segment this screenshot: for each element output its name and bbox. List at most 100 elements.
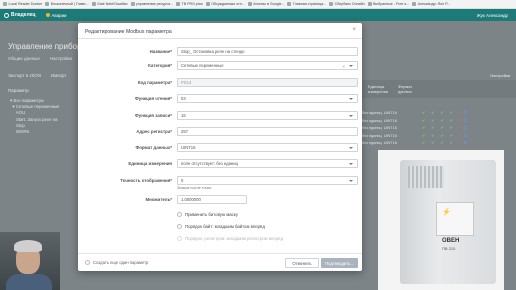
unit-text: без единиц — [362, 111, 382, 115]
row-code: Код параметра* PS13 — [78, 78, 362, 88]
bookmark-label: Gate Nekt/Ошибки — [97, 2, 128, 6]
bookmark-icon — [247, 2, 252, 6]
format-text: UINT16 — [383, 141, 397, 146]
check-icon: ✔ — [422, 118, 426, 123]
edit-icon[interactable]: ✎ — [459, 125, 462, 133]
row-name: Название* Stop_ Остановка реле на стенде — [78, 47, 362, 57]
settings-link[interactable]: Настройки — [490, 73, 510, 78]
bookmark-icon — [287, 2, 292, 6]
webcam-overlay — [0, 232, 60, 290]
format-text: UINT16 — [383, 118, 397, 123]
tree-item[interactable]: Start. Запуск реле на — [10, 117, 59, 123]
logo-text: Владелец — [11, 12, 36, 18]
alarms-link[interactable]: Аварии — [45, 12, 67, 18]
bookmark-icon — [91, 2, 96, 6]
copy-icon[interactable]: ⧉ — [464, 125, 467, 133]
unit-text: без единиц — [362, 118, 382, 123]
bookmark-item[interactable]: Обсуждаемые отп... — [205, 2, 245, 6]
presenter-hair — [14, 240, 42, 252]
clear-icon[interactable]: × — [342, 64, 345, 69]
app-header: Владелец Аварии Жук Александр — [0, 9, 516, 21]
check-icon: ✔ — [449, 111, 453, 115]
unit-select[interactable]: поле отсутствует: без единиц — [177, 159, 358, 168]
param-tree: ▾ Все параметры ▾ Сетевые переменные AOU… — [10, 98, 59, 135]
param-column-header: Параметр — [8, 88, 29, 93]
presenter-body — [6, 274, 52, 290]
bookmark-item[interactable]: Анонсы в Google... — [247, 2, 285, 6]
bookmark-item[interactable]: Gate Nekt/Ошибки — [91, 2, 128, 6]
app-logo[interactable]: Владелец — [4, 12, 36, 18]
byte-order-label: Порядок байт: младшим байтом вперёд — [185, 224, 265, 229]
close-icon[interactable]: × — [352, 27, 356, 33]
copy-icon[interactable]: ⧉ — [464, 140, 467, 148]
create-more-toggle[interactable] — [85, 260, 90, 265]
check-icon: ✔ — [449, 118, 453, 123]
copy-icon[interactable]: ⧉ — [464, 118, 467, 126]
bookmark-icon — [205, 2, 210, 6]
bookmark-item[interactable]: Выбранные - Free s... — [367, 2, 409, 6]
format-text: UINT16 — [383, 111, 397, 115]
bookmark-label: Анонсы в Google... — [253, 2, 285, 6]
bookmark-item[interactable]: Сбербанк Онлайн — [329, 2, 365, 6]
export-json-button[interactable]: Экспорт в JSON — [8, 73, 41, 78]
bookmark-item[interactable]: Александр: Ruh P... — [412, 2, 450, 6]
logo-icon — [4, 12, 9, 18]
bookmark-item[interactable]: управление ресурса... — [130, 2, 173, 6]
submit-button[interactable]: Подтвердить... — [321, 258, 358, 268]
bookmark-item[interactable]: Бесконечный | Главн... — [45, 2, 89, 6]
copy-icon[interactable]: ⧉ — [464, 110, 467, 118]
format-select[interactable]: UINT16 — [177, 143, 358, 152]
device-photo: ⚡ ОВЕН ПВ 210 — [378, 150, 504, 290]
byte-order-option[interactable]: Порядок байт: младшим байтом вперёд — [177, 224, 265, 229]
category-select[interactable]: Сетевые переменные × — [177, 61, 358, 70]
create-more-option[interactable]: Создать еще один параметр — [85, 260, 148, 265]
check-icon: ✔ — [422, 141, 426, 146]
bookmark-item[interactable]: Local Reader Docker — [3, 2, 42, 6]
read-fn-select[interactable]: 03 — [177, 94, 358, 103]
row-read-fn: Функция чтения* 03 — [78, 94, 362, 104]
col-format: Формат данных — [398, 84, 413, 94]
user-name[interactable]: Жук Александр — [477, 13, 508, 18]
bitmask-label: Применить битовую маску — [185, 212, 238, 217]
write-fn-select[interactable]: 16 — [177, 111, 358, 120]
edit-icon[interactable]: ✎ — [459, 140, 462, 148]
divider — [78, 38, 362, 39]
byte-order-toggle[interactable] — [177, 224, 182, 229]
register-label: Адрес регистра* — [136, 129, 172, 134]
table-row[interactable]: без единиц UINT16 ✔ ✔ ✔ ✔ ✎ ⧉ — [362, 133, 516, 141]
check-icon: ✔ — [449, 133, 453, 138]
bookmark-item[interactable]: ТВ PRO.plan — [176, 2, 203, 6]
tab-settings[interactable]: Настройки — [50, 56, 72, 61]
bitmask-toggle[interactable] — [177, 212, 182, 217]
tab-general[interactable]: Общие данные — [8, 56, 40, 61]
import-button[interactable]: Импорт — [51, 73, 66, 78]
row-unit: без единиц UINT16 — [362, 118, 422, 126]
edit-icon[interactable]: ✎ — [459, 118, 462, 126]
edit-icon[interactable]: ✎ — [459, 133, 462, 141]
bitmask-option[interactable]: Применить битовую маску — [177, 212, 238, 217]
write-fn-label: Функция записи* — [135, 113, 172, 118]
copy-icon[interactable]: ⧉ — [464, 133, 467, 141]
alarms-label: Аварии — [51, 12, 67, 18]
bookmark-icon — [176, 2, 181, 6]
tree-item[interactable]: WORK — [10, 129, 59, 135]
device-model: ПВ 210 — [442, 246, 456, 251]
code-input[interactable]: PS13 — [177, 78, 358, 87]
bookmark-item[interactable]: Главная страница... — [287, 2, 326, 6]
multiplier-input[interactable]: 1.0000000 — [177, 195, 247, 204]
table-row[interactable]: без единиц UINT16 ✔ ✔ ✔ ✔ ✎ ⧉ — [362, 118, 516, 126]
bookmark-label: Бесконечный | Главн... — [50, 2, 89, 6]
edit-icon[interactable]: ✎ — [459, 110, 462, 118]
bookmarks-bar: Local Reader Docker Бесконечный | Главн..… — [0, 0, 516, 9]
device-vent — [408, 166, 444, 188]
word-order-toggle — [177, 236, 182, 241]
table-row[interactable]: без единиц UINT16 ✔ ✔ ✔ ✔ ✎ ⧉ — [362, 110, 516, 118]
table-row[interactable]: без единиц UINT16 ✔ ✔ ✔ ✔ ✎ ⧉ — [362, 140, 516, 148]
cancel-button[interactable]: Отменить — [285, 258, 319, 268]
precision-select[interactable]: 0 — [177, 176, 358, 185]
register-input[interactable]: 257 — [177, 127, 358, 136]
name-input[interactable]: Stop_ Остановка реле на стенде — [177, 47, 358, 56]
table-row[interactable]: без единиц UINT16 ✔ ✔ ✔ ✔ ✎ ⧉ — [362, 125, 516, 133]
page-tabs: Общие данные Настройки — [8, 56, 82, 61]
check-icon: ✔ — [449, 141, 453, 146]
